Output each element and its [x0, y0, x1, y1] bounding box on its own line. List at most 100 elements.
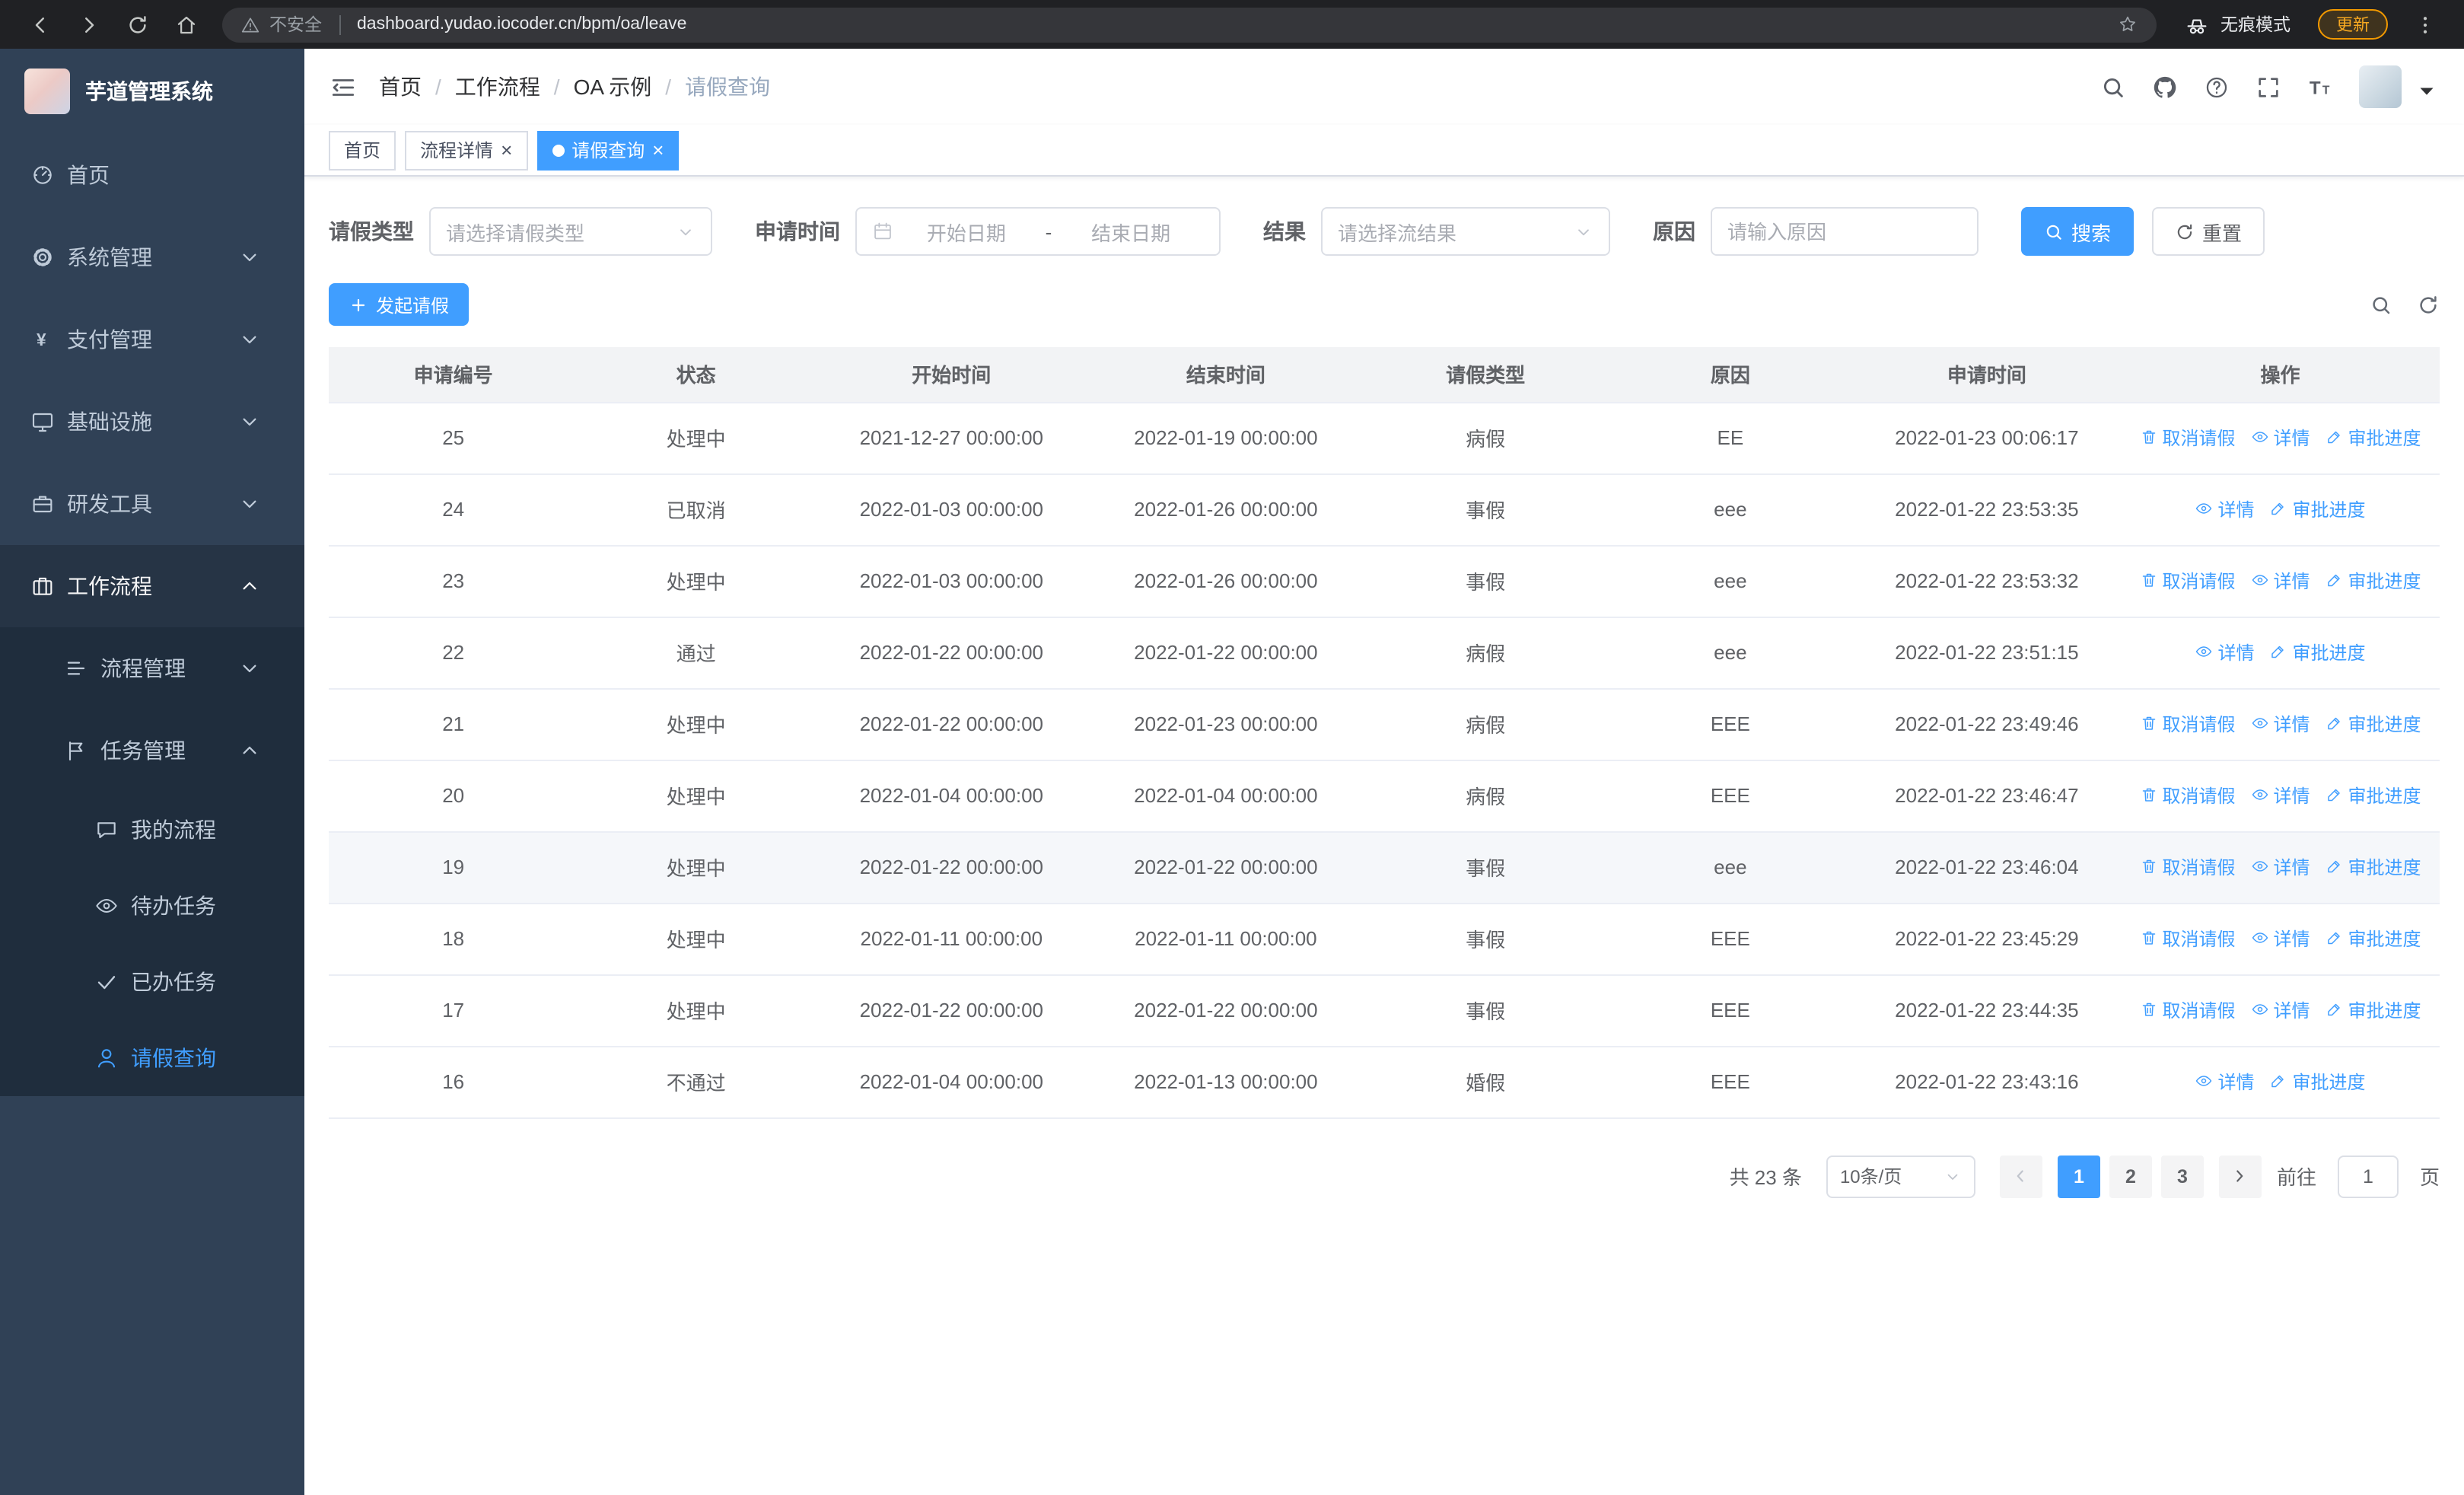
page-button-1[interactable]: 1 — [2057, 1155, 2100, 1197]
next-page-button[interactable] — [2218, 1155, 2262, 1197]
sidebar-item-task-mgmt[interactable]: 任务管理 — [0, 709, 304, 792]
goto-page-input[interactable] — [2337, 1155, 2399, 1197]
filter-bar: 请假类型 请选择请假类型 申请时间 开始日期 - 结束日期 结果 请选择流结果 — [329, 207, 2440, 256]
browser-forward-icon[interactable] — [68, 5, 108, 44]
security-warning-icon[interactable] — [240, 14, 260, 34]
cancel-leave-link[interactable]: 取消请假 — [2139, 568, 2236, 594]
leave-table: 申请编号 状态 开始时间 结束时间 请假类型 原因 申请时间 操作 25 处理中 2021-12-… — [329, 347, 2440, 1118]
table-row: 20 处理中 2022-01-04 00:00:00 2022-01-04 00:00… — [329, 760, 2440, 832]
collapse-sidebar-icon[interactable] — [329, 72, 358, 101]
detail-link[interactable]: 详情 — [2251, 568, 2310, 594]
apply-time-range-picker[interactable]: 开始日期 - 结束日期 — [855, 207, 1221, 256]
tab-process-detail[interactable]: 流程详情 × — [405, 130, 528, 170]
create-leave-button[interactable]: 发起请假 — [329, 283, 470, 326]
action-label: 详情 — [2273, 856, 2310, 878]
page-button-3[interactable]: 3 — [2160, 1155, 2204, 1197]
result-select[interactable]: 请选择流结果 — [1321, 207, 1610, 256]
fullscreen-icon[interactable] — [2255, 74, 2281, 100]
cancel-leave-link[interactable]: 取消请假 — [2139, 783, 2236, 808]
help-icon[interactable] — [2204, 74, 2230, 100]
tab-leave-query[interactable]: 请假查询 × — [536, 130, 680, 170]
active-tab-dot — [552, 144, 565, 156]
sidebar-item-payment[interactable]: ¥ 支付管理 — [0, 298, 304, 381]
update-button[interactable]: 更新 — [2318, 9, 2388, 40]
cell-no: 25 — [329, 402, 578, 474]
leave-type-label: 请假类型 — [329, 219, 414, 244]
approval-progress-link[interactable]: 审批进度 — [2270, 639, 2366, 665]
cell-end_time: 2022-01-04 00:00:00 — [1088, 760, 1364, 832]
refresh-table-icon[interactable] — [2417, 293, 2440, 316]
sidebar-item-home[interactable]: 首页 — [0, 134, 304, 216]
approval-progress-link[interactable]: 审批进度 — [2326, 711, 2421, 737]
page-size-select[interactable]: 10条/页 — [1826, 1155, 1975, 1197]
user-avatar[interactable] — [2359, 65, 2402, 108]
toggle-search-icon[interactable] — [2370, 293, 2392, 316]
cell-start_time: 2022-01-11 00:00:00 — [814, 903, 1089, 975]
cancel-leave-link[interactable]: 取消请假 — [2139, 854, 2236, 880]
approval-progress-link[interactable]: 审批进度 — [2326, 926, 2421, 952]
close-tab-icon[interactable]: × — [501, 140, 512, 160]
breadcrumb-item[interactable]: 首页 — [379, 72, 422, 102]
sidebar-item-leave-query[interactable]: 请假查询 — [0, 1020, 304, 1096]
avatar-caret-icon[interactable] — [2414, 78, 2440, 108]
breadcrumb-separator: / — [665, 75, 672, 99]
cell-no: 24 — [329, 473, 578, 546]
cancel-leave-link[interactable]: 取消请假 — [2139, 425, 2236, 451]
url-bar[interactable]: 不安全 dashboard.yudao.iocoder.cn/bpm/oa/le… — [222, 7, 2157, 42]
delete-icon — [2139, 1001, 2157, 1019]
cancel-leave-link[interactable]: 取消请假 — [2139, 926, 2236, 952]
browser-home-icon[interactable] — [166, 5, 205, 44]
reset-button[interactable]: 重置 — [2152, 207, 2265, 256]
tab-home[interactable]: 首页 — [329, 130, 396, 170]
sidebar-item-system[interactable]: 系统管理 — [0, 216, 304, 298]
reason-input[interactable] — [1711, 207, 1979, 256]
detail-link[interactable]: 详情 — [2195, 496, 2255, 522]
approval-progress-link[interactable]: 审批进度 — [2326, 568, 2421, 594]
prev-page-button[interactable] — [1999, 1155, 2042, 1197]
flag-icon — [64, 738, 88, 763]
approval-progress-link[interactable]: 审批进度 — [2270, 1069, 2366, 1095]
cell-apply_time: 2022-01-22 23:53:32 — [1852, 545, 2122, 617]
approval-progress-link[interactable]: 审批进度 — [2326, 997, 2421, 1023]
detail-link[interactable]: 详情 — [2251, 926, 2310, 952]
font-size-icon[interactable]: TT — [2307, 74, 2333, 100]
sidebar-item-infrastructure[interactable]: 基础设施 — [0, 381, 304, 463]
detail-link[interactable]: 详情 — [2195, 639, 2255, 665]
close-tab-icon[interactable]: × — [652, 140, 664, 160]
detail-link[interactable]: 详情 — [2251, 854, 2310, 880]
sidebar-item-my-process[interactable]: 我的流程 — [0, 792, 304, 868]
browser-reload-icon[interactable] — [117, 5, 157, 44]
approval-progress-link[interactable]: 审批进度 — [2270, 496, 2366, 522]
cancel-leave-link[interactable]: 取消请假 — [2139, 997, 2236, 1023]
breadcrumb-item[interactable]: OA 示例 — [574, 72, 652, 102]
page-button-2[interactable]: 2 — [2109, 1155, 2152, 1197]
cancel-leave-link[interactable]: 取消请假 — [2139, 711, 2236, 737]
sidebar-item-process-mgmt[interactable]: 流程管理 — [0, 627, 304, 709]
browser-menu-dots-icon[interactable] — [2405, 5, 2444, 44]
browser-back-icon[interactable] — [20, 5, 59, 44]
header-search-icon[interactable] — [2100, 74, 2126, 100]
incognito-label: 无痕模式 — [2220, 17, 2291, 35]
sidebar-item-done-task[interactable]: 已办任务 — [0, 944, 304, 1020]
action-label: 取消请假 — [2162, 713, 2236, 735]
github-icon[interactable] — [2152, 74, 2178, 100]
cell-start_time: 2022-01-22 00:00:00 — [814, 617, 1089, 689]
approval-progress-link[interactable]: 审批进度 — [2326, 425, 2421, 451]
detail-link[interactable]: 详情 — [2251, 425, 2310, 451]
detail-link[interactable]: 详情 — [2251, 997, 2310, 1023]
approval-progress-link[interactable]: 审批进度 — [2326, 854, 2421, 880]
sidebar-item-label: 任务管理 — [100, 738, 186, 763]
cell-no: 20 — [329, 760, 578, 832]
search-button[interactable]: 搜索 — [2021, 207, 2135, 256]
detail-link[interactable]: 详情 — [2251, 711, 2310, 737]
sidebar-item-devtools[interactable]: 研发工具 — [0, 463, 304, 545]
sidebar-item-todo-task[interactable]: 待办任务 — [0, 868, 304, 944]
detail-link[interactable]: 详情 — [2195, 1069, 2255, 1095]
breadcrumb-item[interactable]: 工作流程 — [455, 72, 540, 102]
leave-type-select[interactable]: 请选择请假类型 — [429, 207, 712, 256]
bookmark-star-icon[interactable] — [2117, 14, 2138, 35]
approval-progress-link[interactable]: 审批进度 — [2326, 783, 2421, 808]
sidebar-item-workflow[interactable]: 工作流程 — [0, 545, 304, 627]
cell-no: 22 — [329, 617, 578, 689]
detail-link[interactable]: 详情 — [2251, 783, 2310, 808]
